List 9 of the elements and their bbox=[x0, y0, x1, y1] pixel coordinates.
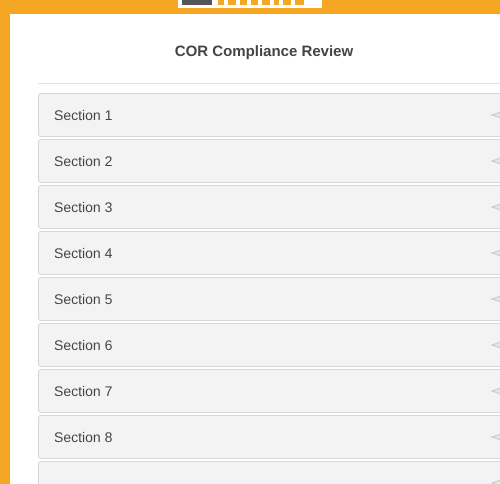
accordion-header[interactable]: Section 8 bbox=[38, 415, 500, 459]
accordion-header[interactable]: Section 1 bbox=[38, 93, 500, 137]
accordion-header[interactable]: Section 3 bbox=[38, 185, 500, 229]
accordion-header[interactable]: Section 5 bbox=[38, 277, 500, 321]
accordion-header[interactable]: Section 4 bbox=[38, 231, 500, 275]
accordion-header[interactable]: Section 6 bbox=[38, 323, 500, 367]
accordion-header[interactable]: Section 7 bbox=[38, 369, 500, 413]
accordion-header[interactable]: Section 2 bbox=[38, 139, 500, 183]
page-title: COR Compliance Review bbox=[174, 42, 354, 62]
